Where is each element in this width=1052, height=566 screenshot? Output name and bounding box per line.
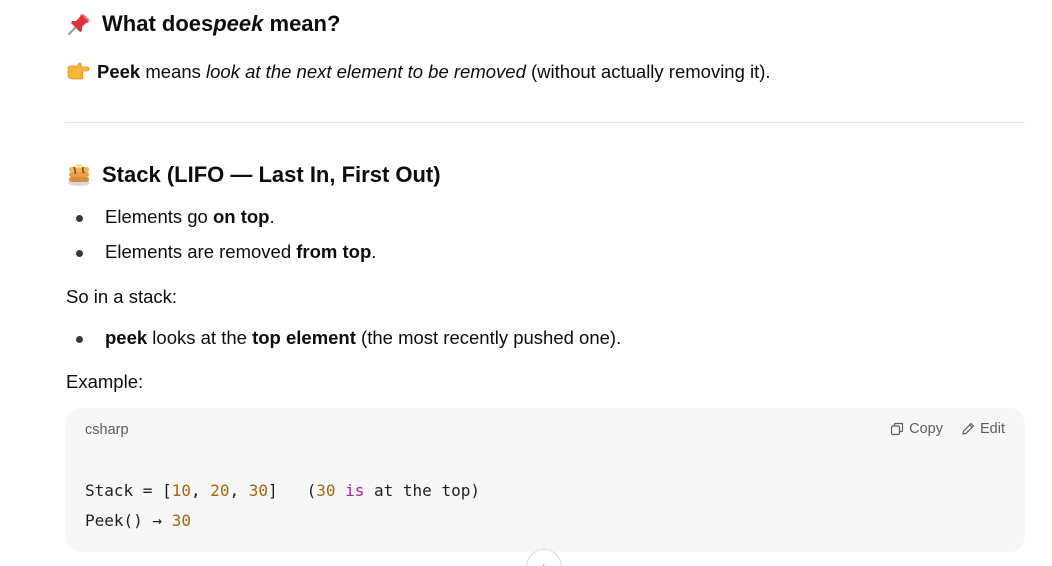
list-item-text: Elements are removed	[105, 241, 297, 262]
list-item-bold: on top	[212, 206, 270, 227]
code-token: ,	[229, 481, 249, 500]
code-actions: Copy Edit	[872, 421, 1005, 437]
list-item-bold: from top	[296, 241, 372, 262]
pencil-icon	[962, 423, 974, 435]
definition-suffix: (without actually removing it).	[525, 61, 771, 82]
definition-emphasis: look at the next element to be removed	[206, 61, 526, 82]
code-number: 20	[210, 481, 230, 500]
code-number: 10	[171, 481, 191, 500]
copy-icon	[891, 422, 904, 436]
list-item-text: Elements go	[105, 206, 213, 227]
stack-intro: So in a stack:	[66, 286, 178, 307]
list-item: peek looks at the top element (the most …	[66, 326, 621, 361]
code-token: Stack = [	[85, 481, 172, 500]
stack-heading-text: Stack (LIFO — Last In, First Out)	[102, 162, 441, 187]
code-number: 30	[316, 481, 336, 500]
code-token: Peek() →	[85, 511, 172, 530]
bullet-dot	[76, 215, 83, 222]
stack-rules-list: Elements go on top. Elements are removed…	[66, 205, 376, 275]
peek-definition: Peek means look at the next element to b…	[66, 60, 771, 83]
code-number: 30	[248, 481, 269, 500]
list-item: Elements are removed from top.	[66, 240, 376, 275]
code-token: ,	[190, 481, 211, 500]
list-item-text: looks at the	[147, 327, 253, 348]
code-line-2: Peek() → 30	[85, 511, 191, 530]
pointing-hand-icon	[66, 60, 90, 82]
code-language-label: csharp	[85, 422, 129, 438]
heading-text-suffix: mean?	[263, 11, 341, 36]
heading-text-prefix: What does	[102, 11, 214, 36]
bullet-dot	[76, 250, 83, 257]
copy-label: Copy	[909, 421, 943, 437]
pancakes-icon	[66, 162, 92, 188]
list-item-bold: top element	[252, 327, 356, 348]
pushpin-icon	[66, 11, 92, 37]
copy-button[interactable]: Copy	[890, 421, 943, 437]
code-keyword: is	[345, 481, 365, 500]
code-token: ] (	[268, 481, 317, 500]
section-heading-peek: What does peek mean?	[66, 11, 340, 37]
list-item-end: .	[269, 206, 275, 227]
list-item-bold: peek	[105, 327, 148, 348]
definition-bold: Peek	[97, 61, 141, 82]
section-heading-stack: Stack (LIFO — Last In, First Out)	[66, 162, 441, 188]
list-item-end: (the most recently pushed one).	[355, 327, 622, 348]
example-label: Example:	[66, 371, 144, 392]
peek-list: peek looks at the top element (the most …	[66, 326, 621, 361]
edit-label: Edit	[980, 421, 1005, 437]
code-content: Stack = [10, 20, 30] (30 is at the top) …	[85, 476, 480, 536]
edit-button[interactable]: Edit	[961, 421, 1005, 437]
list-item-end: .	[371, 241, 377, 262]
code-token: at the top)	[364, 481, 480, 500]
definition-middle: means	[140, 61, 207, 82]
code-line-1: Stack = [10, 20, 30] (30 is at the top)	[85, 481, 480, 500]
heading-text-emphasis: peek	[213, 11, 264, 36]
code-number: 30	[171, 511, 191, 530]
section-divider	[65, 122, 1025, 123]
list-item: Elements go on top.	[66, 205, 376, 240]
code-block: csharp Copy Edit Stack = [10, 20, 30] (3…	[65, 408, 1025, 552]
arrow-down-icon: ↓	[541, 559, 548, 566]
bullet-dot	[76, 336, 83, 343]
